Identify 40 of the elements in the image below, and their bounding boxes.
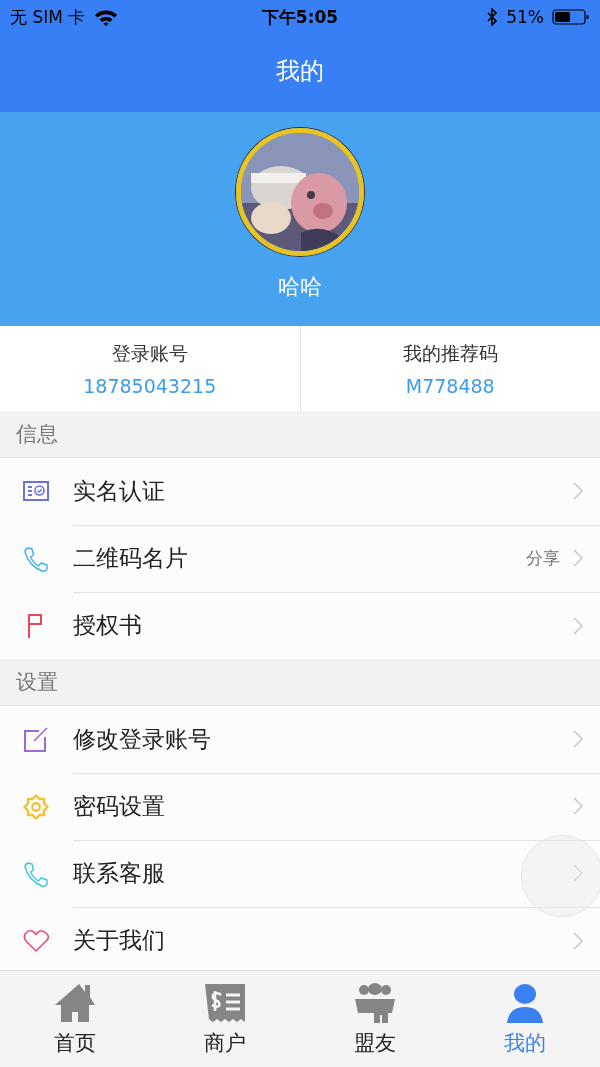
tab-item[interactable]: 盟友 — [300, 971, 450, 1067]
chevron-icon — [572, 796, 584, 816]
item-label: 实名认证 — [73, 476, 166, 506]
chevron-icon — [572, 863, 584, 883]
chevron-icon — [572, 615, 584, 636]
account-label: 我的推荐码 — [402, 340, 498, 366]
battery-icon — [552, 8, 590, 26]
share-label: 分享 — [526, 546, 560, 570]
receipt-icon — [202, 981, 248, 1025]
tab-item[interactable]: 首页 — [0, 971, 150, 1067]
item-label: 联系客服 — [73, 858, 166, 888]
carrier-label: 无 SIM 卡 — [10, 5, 86, 29]
chevron-icon — [572, 930, 584, 951]
chevron-icon — [572, 481, 584, 501]
battery-percent: 51% — [506, 7, 544, 27]
item-label: 密码设置 — [73, 791, 166, 821]
chevron-icon — [572, 729, 584, 749]
menu-item[interactable]: 密码设置 — [0, 773, 600, 840]
menu-item[interactable]: 实名认证 — [0, 458, 600, 525]
clock-time: 下午5:05 — [261, 5, 339, 29]
wifi-icon — [93, 8, 120, 26]
item-label: 授权书 — [73, 611, 143, 640]
page-title: 我的 — [275, 56, 325, 87]
account-label: 登录账号 — [111, 340, 188, 366]
item-label: 二维码名片 — [73, 543, 189, 573]
account-value: M778488 — [405, 374, 495, 397]
menu-item[interactable]: 关于我们 — [0, 907, 600, 970]
item-label: 修改登录账号 — [73, 724, 212, 754]
people-group-icon — [352, 981, 398, 1025]
item-label: 关于我们 — [73, 926, 166, 955]
chevron-icon — [572, 548, 584, 568]
menu-item[interactable]: 二维码名片 分享 — [0, 525, 600, 592]
menu-item[interactable]: 联系客服 — [0, 840, 600, 907]
account-value: 18785043215 — [83, 374, 217, 397]
bluetooth-icon — [486, 8, 499, 26]
menu-item[interactable]: 授权书 — [0, 592, 600, 659]
tab-item[interactable]: 我的 — [450, 971, 600, 1067]
user-name: 哈哈 — [278, 273, 322, 301]
tab-item[interactable]: 商户 — [150, 971, 300, 1067]
menu-item[interactable]: 修改登录账号 — [0, 706, 600, 773]
